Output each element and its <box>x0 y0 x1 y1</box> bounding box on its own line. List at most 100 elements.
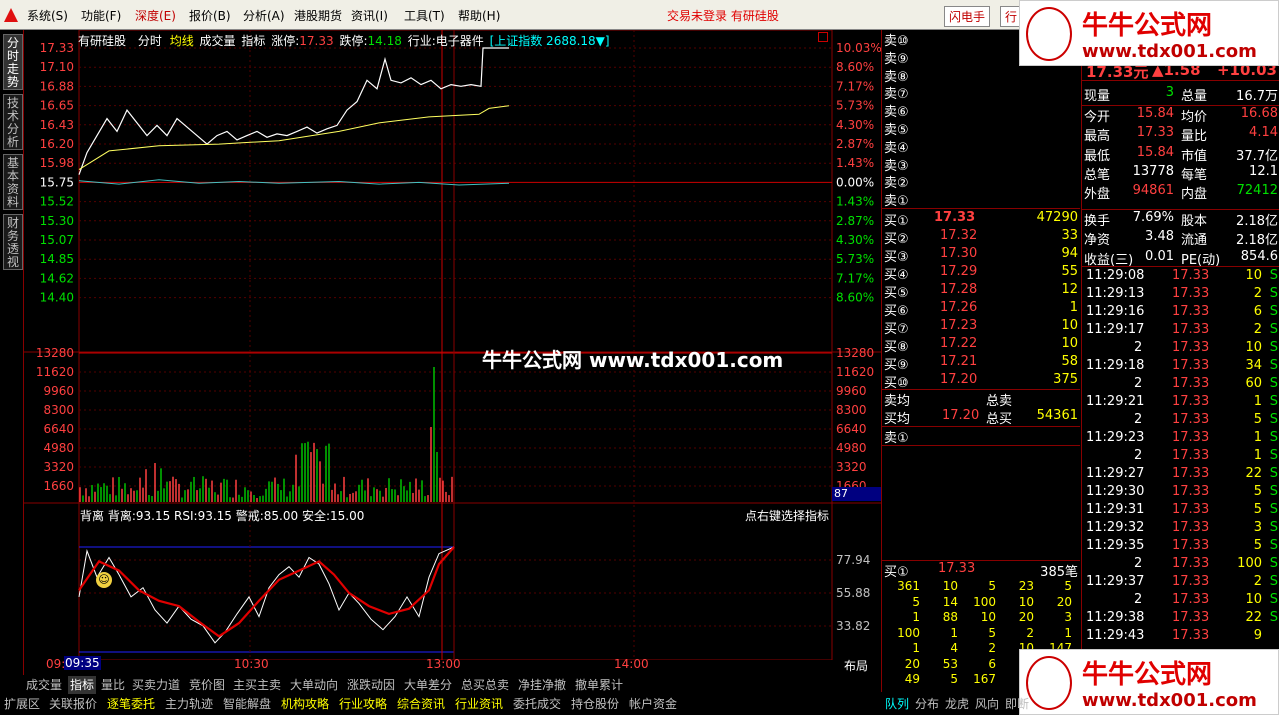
bottom-info-tab[interactable]: 持仓股份 <box>569 695 621 713</box>
buy-level-label: 买⑦ <box>884 322 909 337</box>
price-tick-label: 16.88 <box>40 79 74 93</box>
buy-avg-row: 买均 17.20 总买 54361 <box>884 408 1080 427</box>
queue-volume: 49 <box>904 672 920 686</box>
tick-volume: 2 <box>1253 322 1262 337</box>
buy-level-price: 17.33 <box>934 210 976 225</box>
volume-tick-label-right: 4980 <box>836 441 867 455</box>
bottom-tab[interactable]: 成交量 <box>24 676 64 694</box>
bottom-info-tab[interactable]: 帐户资金 <box>627 695 679 713</box>
tick-list[interactable]: 11:29:08 17.33 10 S 11:29:13 17.33 2 S 11:29:16 1… <box>1082 268 1279 648</box>
index-quote[interactable]: [上证指数 2688.18▼] <box>490 34 610 48</box>
bottom-tab[interactable]: 主买主卖 <box>231 676 283 694</box>
layout-button[interactable]: 布局 <box>844 657 868 674</box>
tick-side: S <box>1269 556 1278 571</box>
buy-level-row: 买⑤ 17.28 12 <box>884 282 1080 301</box>
order-book-panel: 卖⑩ 卖⑨ 卖⑧ 卖⑦ 卖⑥ 卖⑤ 卖④ 卖③ 卖② 卖① 买① 17.33 47290 买② 17.32… <box>881 30 1081 692</box>
menu-function[interactable]: 功能(F) <box>81 7 121 24</box>
bottom-tab[interactable]: 大单差分 <box>402 676 454 694</box>
bottom-tab[interactable]: 大单动向 <box>288 676 340 694</box>
bottom-info-tab[interactable]: 综合资讯 <box>395 695 447 713</box>
stat-value: 94861 <box>1132 183 1174 198</box>
bottom-info-tab[interactable]: 行业资讯 <box>453 695 505 713</box>
sell-level-row: 卖⑧ <box>884 66 1080 85</box>
bottom-info-tab[interactable]: 主力轨迹 <box>163 695 215 713</box>
menu-tools[interactable]: 工具(T) <box>404 7 445 24</box>
tick-side: S <box>1269 538 1278 553</box>
watermark-title: 牛牛公式网 <box>1082 660 1213 690</box>
bottom-info-tab[interactable]: 委托成交 <box>511 695 563 713</box>
menu-hk-futures[interactable]: 港股期货 <box>294 7 342 24</box>
bottom-tab[interactable]: 买卖力道 <box>130 676 182 694</box>
tick-row: 11:29:13 17.33 2 S <box>1084 286 1279 304</box>
queue-volume: 4 <box>950 641 958 655</box>
menu-info[interactable]: 资讯(I) <box>351 7 388 24</box>
tick-price: 17.33 <box>1172 466 1210 481</box>
stat-label: 今开 <box>1084 110 1111 126</box>
volume-tick-label: 3320 <box>43 460 74 474</box>
bottom-tab[interactable]: 总买总卖 <box>459 676 511 694</box>
bottom-tab[interactable]: 量比 <box>99 676 127 694</box>
vol-label: 成交量 <box>199 34 236 48</box>
price-tick-label: 14.85 <box>40 252 74 266</box>
total-buy-label: 总买 <box>986 412 1013 427</box>
queue-volume: 53 <box>942 656 958 671</box>
buy-level-volume: 94 <box>1061 246 1078 261</box>
stat-value: 4.14 <box>1249 125 1278 141</box>
bottom-tab[interactable]: 涨跌动因 <box>345 676 397 694</box>
menu-help[interactable]: 帮助(H) <box>458 7 500 24</box>
bottom-info-tab[interactable]: 行业攻略 <box>337 695 389 713</box>
tick-volume: 6 <box>1253 304 1262 319</box>
quote-stats: 现量 3 总量 16.7万 今开 15.84 均价 16.68 最高 17.33 量比 4.14 最低 1… <box>1082 81 1279 268</box>
bottom-info-tab[interactable]: 扩展区 <box>2 695 42 713</box>
tab-financial[interactable]: 财务透视 <box>3 214 23 270</box>
bottom-tab[interactable]: 撤单累计 <box>573 676 625 694</box>
flash-trade-button[interactable]: 闪电手 <box>944 6 991 27</box>
tick-time: 2 <box>1134 448 1143 463</box>
sell-avg-row: 卖均 总卖 <box>884 390 1080 409</box>
right-tab[interactable]: 队列 <box>883 695 911 713</box>
bottom-info-tab[interactable]: 机构攻略 <box>279 695 331 713</box>
tick-row: 11:29:30 17.33 5 S <box>1084 484 1279 502</box>
tick-price: 17.33 <box>1172 322 1210 337</box>
right-tab[interactable]: 龙虎 <box>943 695 971 713</box>
bottom-tab[interactable]: 竞价图 <box>187 676 227 694</box>
tick-side: S <box>1269 394 1278 409</box>
menu-depth[interactable]: 深度(E) <box>135 7 176 24</box>
tab-technical[interactable]: 技术分析 <box>3 94 23 150</box>
pct-tick-label: 4.30% <box>836 233 874 247</box>
tick-price: 17.33 <box>1172 340 1210 355</box>
tab-basic-info[interactable]: 基本资料 <box>3 154 23 210</box>
menu-system[interactable]: 系统(S) <box>27 7 68 24</box>
menu-analysis[interactable]: 分析(A) <box>243 7 285 24</box>
tab-intraday[interactable]: 分时走势 <box>3 34 23 90</box>
stat-label: 内盘 <box>1181 187 1208 202</box>
bottom-info-tab[interactable]: 关联报价 <box>47 695 99 713</box>
stat-label: 最高 <box>1084 129 1111 145</box>
bottom-info-tab[interactable]: 逐笔委托 <box>105 695 157 713</box>
buy-level-volume: 33 <box>1061 228 1078 243</box>
price-tick-label: 14.40 <box>40 291 74 305</box>
right-tab[interactable]: 风向 <box>973 695 1001 713</box>
price-tick-label: 17.10 <box>40 60 74 74</box>
buy-level-label: 买② <box>884 232 909 247</box>
right-tab[interactable]: 分布 <box>913 695 941 713</box>
stat-label: 外盘 <box>1084 187 1111 202</box>
volume-tick-label-right: 9960 <box>836 384 867 398</box>
bottom-info-tab[interactable]: 智能解盘 <box>221 695 273 713</box>
menu-quote[interactable]: 报价(B) <box>189 7 231 24</box>
queue-price: 17.33 <box>938 561 976 576</box>
tick-price: 17.33 <box>1172 520 1210 535</box>
tick-time: 11:29:27 <box>1086 466 1145 481</box>
chart-area[interactable]: 17.33 10.03% 17.10 8.60% 16.88 7.17% 16.65 5.73… <box>24 30 881 673</box>
stat-value: 3 <box>1165 85 1174 100</box>
tick-price: 17.33 <box>1172 304 1210 319</box>
buy-level-row: 买⑦ 17.23 10 <box>884 318 1080 337</box>
bottom-tab[interactable]: 指标 <box>68 676 97 694</box>
ma-label: 均线 <box>169 34 194 48</box>
chart-close-icon[interactable] <box>818 32 828 42</box>
queue-row: 1 88 10 20 3 <box>882 610 1080 625</box>
tick-side: S <box>1269 520 1278 535</box>
bottom-tab[interactable]: 净挂净撤 <box>516 676 568 694</box>
tick-time: 11:29:08 <box>1086 268 1145 283</box>
right-tab[interactable]: 即断 <box>1003 695 1031 713</box>
